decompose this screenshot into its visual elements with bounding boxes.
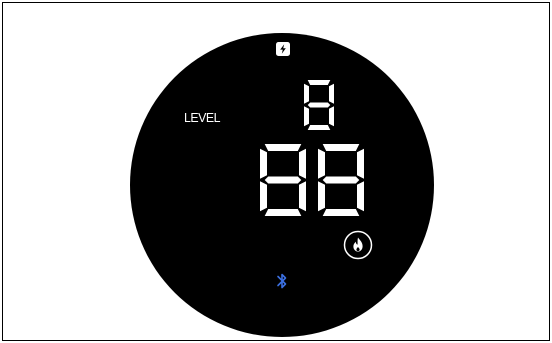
digit-8 xyxy=(260,144,306,216)
segment-b xyxy=(299,148,306,179)
segment-e xyxy=(304,106,309,127)
segment-f xyxy=(260,148,267,179)
segment-d xyxy=(307,125,331,130)
flame-icon xyxy=(343,230,373,260)
segment-d xyxy=(264,209,302,216)
bluetooth-icon xyxy=(275,271,289,291)
segment-a xyxy=(307,80,331,85)
segment-e xyxy=(318,181,325,212)
segment-c xyxy=(329,106,334,127)
level-label: LEVEL xyxy=(184,110,221,125)
segment-c xyxy=(299,181,306,212)
segment-g xyxy=(264,176,302,184)
digit-8 xyxy=(318,144,364,216)
segment-b xyxy=(357,148,364,179)
digit-8 xyxy=(304,80,334,130)
segment-a xyxy=(264,144,302,151)
bolt-icon xyxy=(276,42,290,56)
level-value xyxy=(304,80,334,130)
main-value xyxy=(260,144,364,216)
segment-d xyxy=(322,209,360,216)
segment-c xyxy=(357,181,364,212)
segment-g xyxy=(307,102,331,108)
segment-f xyxy=(304,83,309,104)
segment-b xyxy=(329,83,334,104)
segment-g xyxy=(322,176,360,184)
heat-button[interactable] xyxy=(343,230,373,260)
segment-a xyxy=(322,144,360,151)
segment-f xyxy=(318,148,325,179)
segment-e xyxy=(260,181,267,212)
device-panel: LEVEL xyxy=(2,2,550,341)
